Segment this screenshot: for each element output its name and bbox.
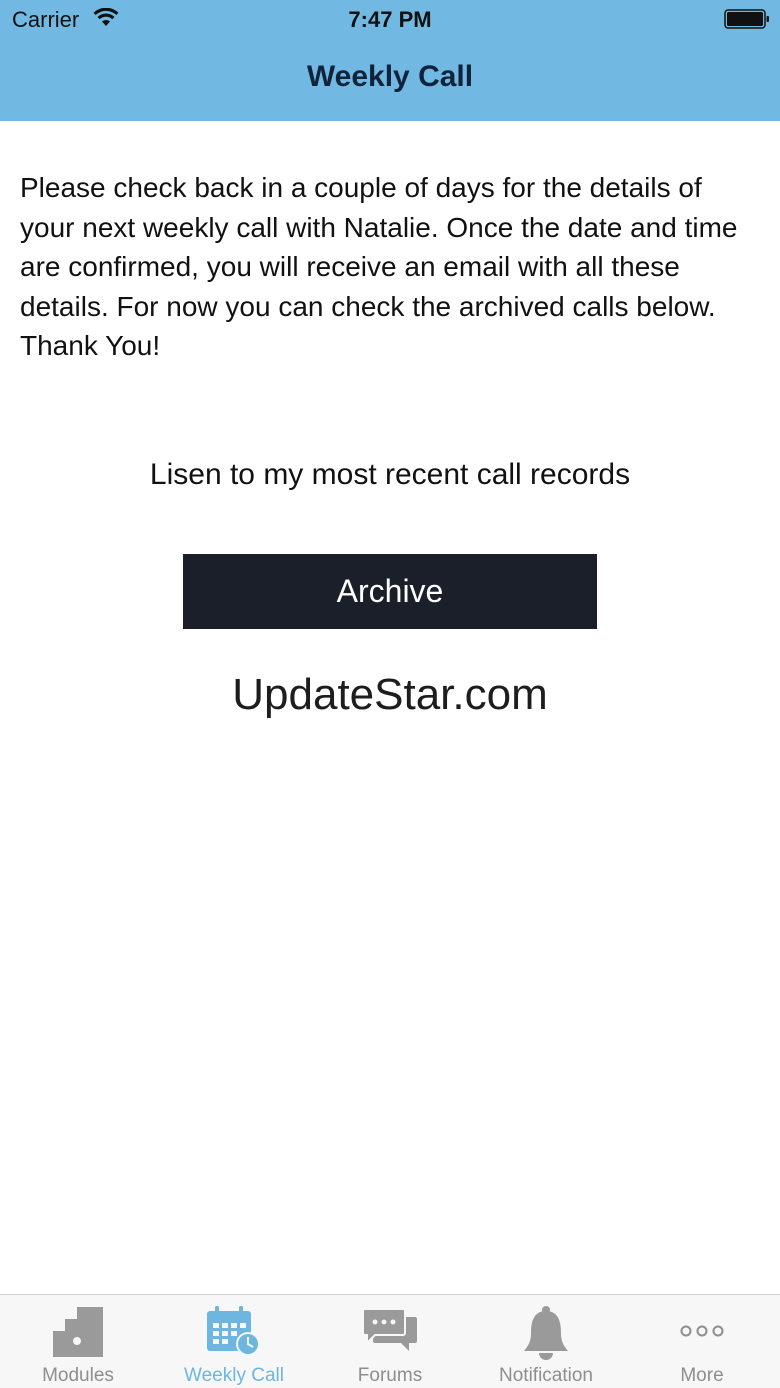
clock: 7:47 PM (348, 7, 432, 32)
more-dots-icon (680, 1325, 724, 1337)
tab-label: More (680, 1365, 724, 1386)
tab-weekly-call[interactable]: Weekly Call (156, 1295, 312, 1388)
tab-label: Forums (357, 1365, 423, 1386)
status-bar: Carrier 7:47 PM (0, 0, 780, 40)
watermark-text: UpdateStar.com (232, 670, 548, 719)
archive-button[interactable]: Archive (183, 554, 597, 629)
tab-notification[interactable]: Notification (468, 1295, 624, 1388)
puzzle-icon (53, 1307, 103, 1357)
tab-label: Weekly Call (184, 1365, 284, 1386)
tab-more[interactable]: More (624, 1295, 780, 1388)
page-title: Weekly Call (306, 60, 474, 93)
intro-text: Please check back in a couple of days fo… (20, 172, 738, 361)
bell-icon (524, 1306, 568, 1360)
battery-icon (724, 9, 769, 29)
tab-modules[interactable]: Modules (0, 1295, 156, 1388)
navigation-header: Carrier 7:47 PM Weekly Call (0, 0, 780, 121)
tab-label: Modules (42, 1365, 114, 1386)
tab-forums[interactable]: Forums (312, 1295, 468, 1388)
tab-bar: Modules Weekly Call Forums Notification … (0, 1294, 780, 1388)
chat-bubbles-icon (362, 1308, 417, 1351)
calendar-clock-icon (207, 1306, 260, 1356)
recent-calls-label: Lisen to my most recent call records (149, 458, 631, 491)
tab-label: Notification (499, 1365, 593, 1386)
